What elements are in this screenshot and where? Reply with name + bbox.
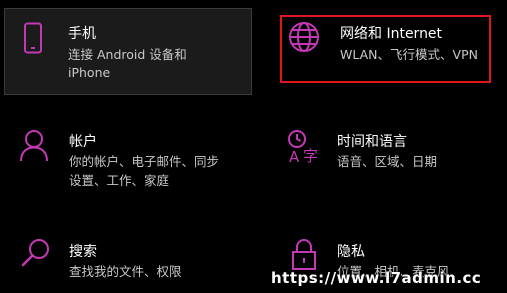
- search-tile[interactable]: 搜索 查找我的文件、权限: [14, 233, 254, 288]
- tile-title: 时间和语言: [337, 134, 407, 150]
- svg-text:A: A: [289, 148, 300, 164]
- tile-title: 搜索: [69, 244, 97, 260]
- watermark-text: https://www.l7admin.cc: [271, 269, 482, 287]
- tile-description: 设置、工作、家庭: [69, 173, 170, 188]
- phone-tile[interactable]: 手机 连接 Android 设备和 iPhone: [4, 8, 252, 95]
- person-icon: [20, 130, 48, 162]
- phone-icon: [24, 22, 42, 54]
- tile-title: 帐户: [69, 134, 97, 150]
- svg-text:字: 字: [303, 147, 318, 164]
- time-language-icon: A 字: [288, 130, 318, 164]
- tile-title: 网络和 Internet: [340, 26, 443, 42]
- settings-grid: 手机 连接 Android 设备和 iPhone 网络和 Internet WL…: [0, 0, 507, 293]
- tile-description: 你的帐户、电子邮件、同步: [69, 154, 220, 169]
- network-internet-tile[interactable]: 网络和 Internet WLAN、飞行模式、VPN: [280, 15, 491, 83]
- tile-description: 查找我的文件、权限: [69, 264, 182, 279]
- tile-description: 连接 Android 设备和: [68, 47, 187, 62]
- tile-description: 语音、区域、日期: [337, 154, 438, 169]
- tile-title: 隐私: [337, 244, 365, 260]
- accounts-tile[interactable]: 帐户 你的帐户、电子邮件、同步 设置、工作、家庭: [14, 122, 254, 197]
- search-icon: [21, 239, 49, 267]
- tile-description: WLAN、飞行模式、VPN: [340, 47, 478, 62]
- tile-title: 手机: [68, 26, 96, 42]
- tile-description: iPhone: [68, 65, 111, 80]
- lock-icon: [292, 239, 316, 270]
- time-language-tile[interactable]: A 字 时间和语言 语音、区域、日期: [282, 122, 502, 182]
- globe-icon: [289, 22, 319, 52]
